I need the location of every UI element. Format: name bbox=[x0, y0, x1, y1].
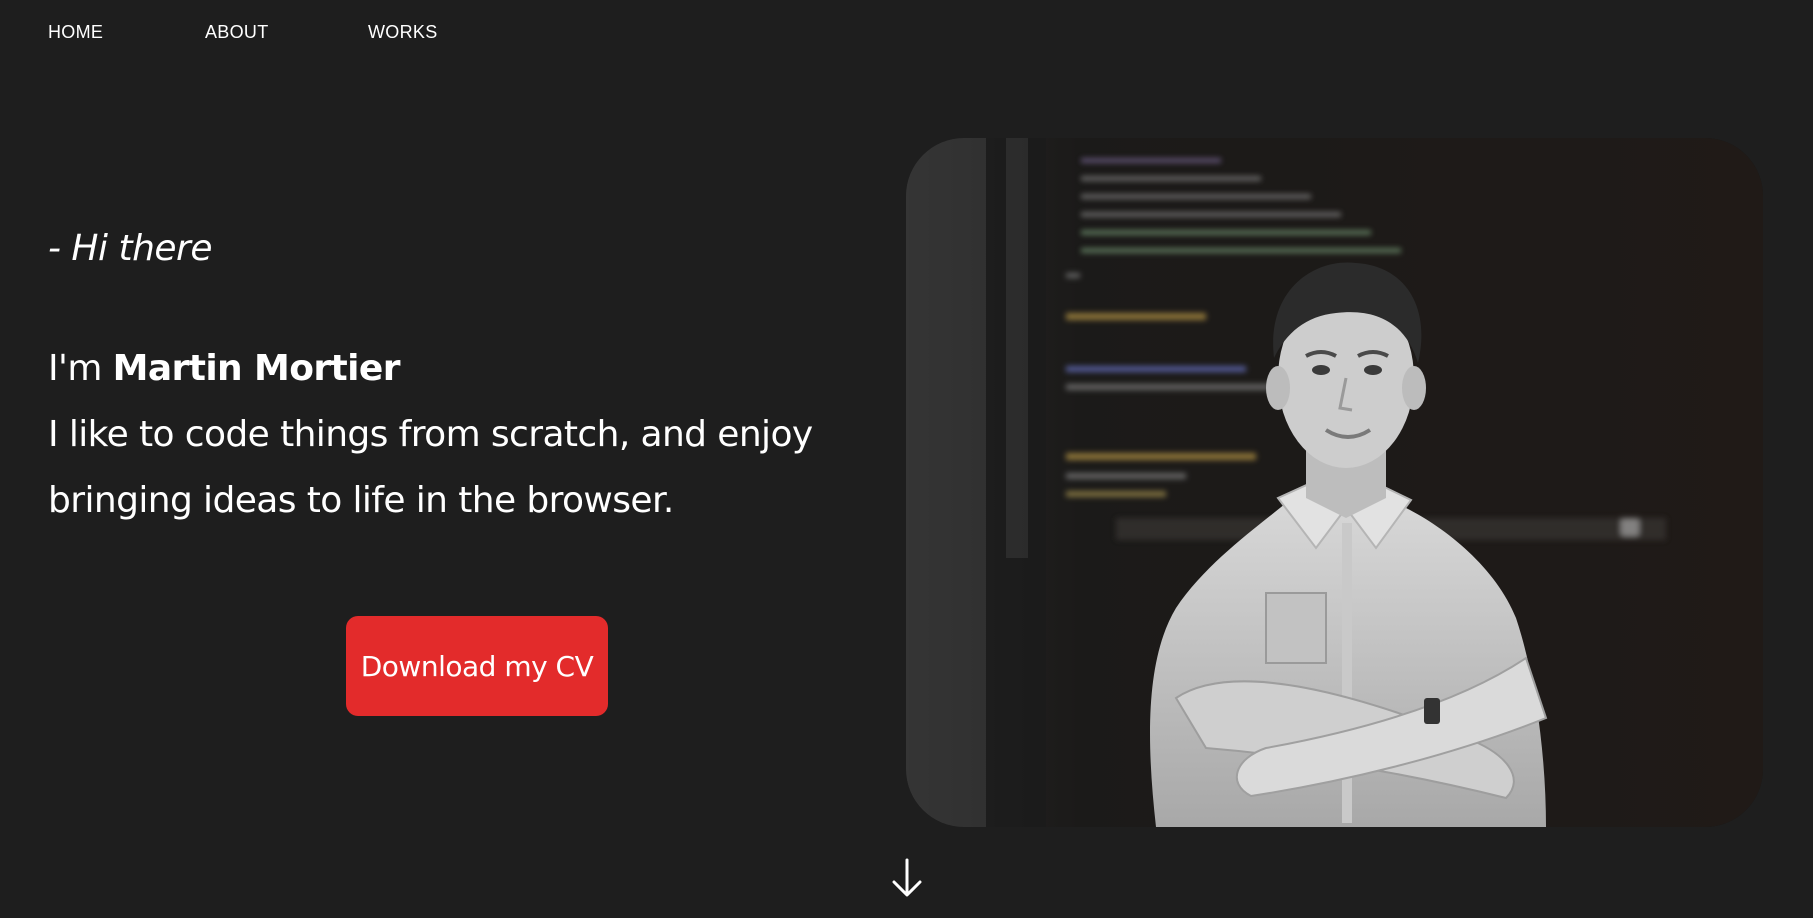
intro-prefix: I'm bbox=[48, 348, 113, 389]
download-cv-button[interactable]: Download my CV bbox=[346, 616, 608, 716]
nav-works-link[interactable]: WORKS bbox=[368, 22, 438, 43]
nav-about-link[interactable]: ABOUT bbox=[205, 22, 368, 43]
hero-name: Martin Mortier bbox=[112, 348, 401, 389]
arrow-down-icon[interactable] bbox=[889, 858, 925, 898]
profile-photo-illustration bbox=[906, 138, 1763, 827]
hero-tagline: I like to code things from scratch, and … bbox=[48, 414, 813, 521]
hero-greeting: - Hi there bbox=[48, 228, 212, 269]
arrow-down-icon-glyph bbox=[892, 858, 922, 897]
main-nav: HOME ABOUT WORKS bbox=[48, 22, 438, 43]
profile-photo bbox=[906, 138, 1763, 827]
hero-intro: I'm Martin Mortier I like to code things… bbox=[48, 336, 848, 534]
nav-home-link[interactable]: HOME bbox=[48, 22, 205, 43]
